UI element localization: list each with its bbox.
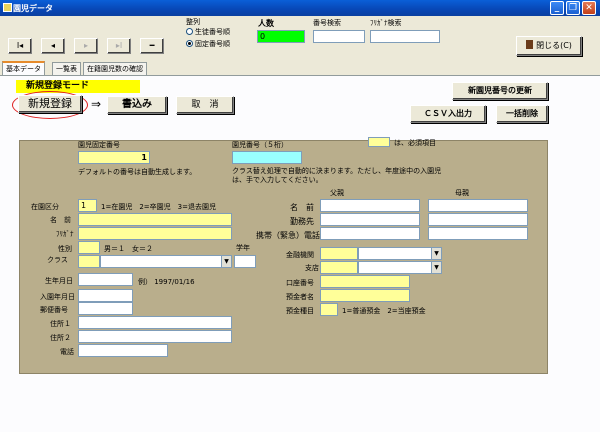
enrollment-note: 1=在園児 2=卒園児 3=退去園児: [101, 203, 216, 211]
mother-mobile-input[interactable]: [428, 227, 528, 240]
postal-label: 郵便番号: [40, 306, 68, 314]
restore-button[interactable]: ❐: [566, 1, 580, 15]
required-legend: は、必須項目: [394, 139, 436, 147]
radio-selected-icon: [186, 40, 193, 47]
entry-date-label: 入園年月日: [40, 293, 75, 301]
fixed-number-label: 園児固定番号: [78, 141, 120, 149]
kana-label: ﾌﾘｶﾞﾅ: [56, 230, 74, 238]
cancel-button[interactable]: 取 消: [176, 96, 234, 114]
update-number-button[interactable]: 新園児番号の更新: [452, 82, 548, 100]
birthday-input[interactable]: [78, 273, 133, 286]
account-number-label: 口座番号: [286, 279, 314, 287]
tab-bar: 基本データ 一覧表 在籍園児数の確認: [0, 61, 600, 76]
chevron-down-icon: ▼: [221, 256, 231, 267]
mother-header: 母親: [455, 189, 469, 197]
mother-work-input[interactable]: [428, 213, 528, 226]
count-value: 0: [257, 30, 305, 43]
parent-name-label: 名 前: [290, 203, 314, 212]
deposit-type-label: 預金種目: [286, 307, 314, 315]
bank-select[interactable]: ▼: [358, 247, 442, 260]
deposit-type-input[interactable]: [320, 303, 338, 316]
child-number-note: クラス替え処理で自動的に決まります。ただし、年度途中の入園児は、手で入力してくだ…: [232, 167, 442, 184]
branch-code-input[interactable]: [320, 261, 358, 274]
enrollment-label: 在園区分: [31, 203, 59, 211]
postal-input[interactable]: [78, 302, 133, 315]
gender-label: 性別: [58, 245, 72, 253]
window-title: 園児データ: [13, 4, 53, 13]
prev-record-button[interactable]: ◂: [41, 38, 65, 54]
bank-institution-label: 金融機関: [286, 251, 314, 259]
radio-icon: [186, 28, 193, 35]
class-code-input[interactable]: [78, 255, 100, 268]
fixed-number-note: デフォルトの番号は自動生成します。: [78, 168, 197, 176]
father-mobile-input[interactable]: [320, 227, 420, 240]
address2-label: 住所２: [50, 334, 71, 342]
phone-input[interactable]: [78, 344, 168, 357]
toolbar: I◂ ◂ ▸ ▸I ━ 整列 生徒番号順 固定番号順 人数 0 番号検索 ﾌﾘｶ…: [0, 16, 600, 60]
app-icon: [3, 3, 12, 12]
arrow-icon: ⇒: [91, 97, 102, 111]
csv-button[interactable]: ＣＳＶ入出力: [410, 105, 486, 123]
address1-input[interactable]: [78, 316, 232, 329]
branch-label: 支店: [305, 264, 319, 272]
kana-search-input[interactable]: [370, 30, 440, 43]
father-name-input[interactable]: [320, 199, 420, 212]
parent-work-label: 勤務先: [290, 217, 314, 226]
name-input[interactable]: [78, 213, 232, 226]
number-search-label: 番号検索: [313, 19, 341, 27]
count-label: 人数: [258, 19, 274, 28]
entry-date-input[interactable]: [78, 289, 133, 302]
new-register-button[interactable]: 新規登録: [18, 95, 82, 113]
gender-input[interactable]: [78, 241, 100, 254]
birthday-label: 生年月日: [45, 277, 73, 285]
child-number-label: 園児番号（５桁）: [232, 141, 288, 149]
bulk-delete-button[interactable]: 一括削除: [496, 105, 548, 123]
tab-basic-data[interactable]: 基本データ: [2, 61, 45, 76]
phone-label: 電話: [60, 348, 74, 356]
account-holder-input[interactable]: [320, 289, 410, 302]
door-icon: [526, 40, 534, 49]
deposit-type-note: 1=普通預金 2=当座預金: [342, 307, 426, 315]
father-header: 父親: [330, 189, 344, 197]
required-swatch: [368, 137, 390, 147]
address1-label: 住所１: [50, 320, 71, 328]
child-number-input[interactable]: [232, 151, 302, 164]
minimize-button[interactable]: _: [550, 1, 564, 15]
kana-search-label: ﾌﾘｶﾞﾅ検索: [370, 19, 402, 27]
sort-label: 整列: [186, 18, 200, 26]
write-button[interactable]: 書込み: [107, 96, 167, 114]
fixed-number-input[interactable]: 1: [78, 151, 150, 164]
name-label: 名 前: [50, 216, 71, 224]
chevron-down-icon: ▼: [431, 248, 441, 259]
class-label: クラス: [47, 256, 68, 264]
kana-input[interactable]: [78, 227, 232, 240]
close-button[interactable]: 閉じる(C): [516, 36, 582, 56]
birthday-example: 例） 1997/01/16: [138, 278, 195, 286]
bank-code-input[interactable]: [320, 247, 358, 260]
sort-option-student[interactable]: 生徒番号順: [186, 28, 230, 37]
branch-select[interactable]: ▼: [358, 261, 442, 274]
father-work-input[interactable]: [320, 213, 420, 226]
grade-input[interactable]: [234, 255, 256, 268]
sort-option-fixed[interactable]: 固定番号順: [186, 40, 230, 49]
first-record-button[interactable]: I◂: [8, 38, 32, 54]
address2-input[interactable]: [78, 330, 232, 343]
number-search-input[interactable]: [313, 30, 365, 43]
mother-name-input[interactable]: [428, 199, 528, 212]
parent-mobile-label: 携帯（緊急）電話: [256, 231, 320, 240]
last-record-button[interactable]: ▸I: [107, 38, 131, 54]
gender-note: 男＝１ 女＝２: [104, 245, 153, 253]
delete-record-button[interactable]: ━: [140, 38, 164, 54]
next-record-button[interactable]: ▸: [74, 38, 98, 54]
grade-label: 学年: [236, 244, 250, 252]
class-select[interactable]: ▼: [100, 255, 232, 268]
enrollment-input[interactable]: 1: [78, 199, 97, 212]
account-number-input[interactable]: [320, 275, 410, 288]
title-bar: 園児データ _ ❐ ✕: [0, 0, 600, 16]
tab-list[interactable]: 一覧表: [52, 62, 81, 75]
close-window-button[interactable]: ✕: [582, 1, 596, 15]
chevron-down-icon: ▼: [431, 262, 441, 273]
account-holder-label: 預金者名: [286, 293, 314, 301]
tab-enrollment-count[interactable]: 在籍園児数の確認: [83, 62, 147, 75]
